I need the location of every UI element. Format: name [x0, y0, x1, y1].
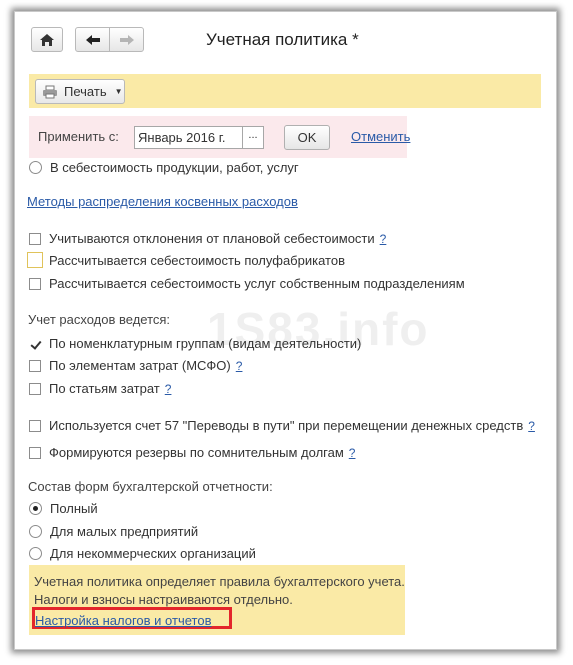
checkbox-label: По элементам затрат (МСФО) — [49, 358, 231, 373]
home-button[interactable] — [31, 27, 63, 52]
checkbox-row-semi-finished[interactable]: Рассчитывается себестоимость полуфабрика… — [27, 252, 345, 268]
radio-small-business[interactable] — [29, 525, 42, 538]
checkbox-reserves[interactable] — [29, 446, 41, 459]
checkbox-label: По номенклатурным группам (видам деятель… — [49, 336, 362, 351]
radio-row-full[interactable]: Полный — [29, 501, 98, 516]
help-link[interactable]: ? — [349, 446, 356, 460]
radio-row-nonprofit[interactable]: Для некоммерческих организаций — [29, 546, 256, 561]
checkbox-row-nomenclature-groups[interactable]: По номенклатурным группам (видам деятель… — [29, 336, 361, 351]
checkbox-label: Рассчитывается себестоимость услуг собст… — [49, 276, 465, 291]
apply-date-value: Январь 2016 г. — [138, 130, 226, 145]
methods-link[interactable]: Методы распределения косвенных расходов — [27, 194, 298, 209]
checkbox-account-57[interactable] — [29, 419, 41, 432]
help-link[interactable]: ? — [380, 232, 387, 246]
arrow-left-icon — [85, 34, 100, 45]
ok-button[interactable]: OK — [284, 125, 330, 150]
arrow-right-icon — [119, 34, 134, 45]
checkbox-row-account-57[interactable]: Используется счет 57 "Переводы в пути" п… — [29, 418, 535, 433]
help-link[interactable]: ? — [165, 382, 172, 396]
print-button[interactable]: Печать ▼ — [35, 79, 125, 104]
back-button[interactable] — [75, 27, 110, 52]
date-picker-button[interactable]: ... — [242, 127, 263, 148]
checkbox-label: Формируются резервы по сомнительным долг… — [49, 445, 344, 460]
chevron-down-icon: ▼ — [114, 87, 123, 96]
checkbox-row-reserves[interactable]: Формируются резервы по сомнительным долг… — [29, 445, 355, 460]
cancel-link[interactable]: Отменить — [351, 129, 410, 144]
apply-date-panel: Применить с: Январь 2016 г. ... OK Отмен… — [29, 116, 410, 158]
apply-from-label: Применить с: — [38, 129, 119, 144]
checkbox-row-cost-elements[interactable]: По элементам затрат (МСФО) ? — [29, 358, 242, 373]
checkbox-label: По статьям затрат — [49, 381, 160, 396]
checkbox-semi-finished[interactable] — [27, 252, 43, 268]
radio-cost-of-production[interactable] — [29, 161, 42, 174]
info-text-line-2: Налоги и взносы настраиваются отдельно. — [34, 592, 293, 607]
page-title: Учетная политика * — [206, 30, 359, 49]
info-text-line-1: Учетная политика определяет правила бухг… — [34, 574, 405, 589]
checkbox-own-services[interactable] — [29, 277, 41, 290]
tax-settings-link[interactable]: Настройка налогов и отчетов — [35, 613, 211, 628]
expenses-section-label: Учет расходов ведется: — [28, 312, 171, 327]
home-icon — [40, 33, 54, 46]
checkbox-cost-elements[interactable] — [29, 359, 41, 372]
checkbox-row-cost-items[interactable]: По статьям затрат ? — [29, 381, 171, 396]
accounting-policy-window: Учетная политика * Печать ▼ Применить с:… — [14, 11, 557, 650]
partial-radio-row[interactable]: В себестоимость продукции, работ, услуг — [29, 160, 299, 175]
radio-label: Для некоммерческих организаций — [50, 546, 256, 561]
radio-label: Полный — [50, 501, 98, 516]
print-label: Печать — [64, 84, 107, 99]
checkbox-row-plan-deviation[interactable]: Учитываются отклонения от плановой себес… — [29, 231, 386, 246]
scroll-clip-area: В себестоимость продукции, работ, услуг — [15, 158, 556, 178]
checkbox-nomenclature-groups[interactable] — [29, 338, 41, 350]
info-panel: Учетная политика определяет правила бухг… — [29, 565, 405, 635]
printer-icon — [43, 85, 57, 98]
partial-radio-label: В себестоимость продукции, работ, услуг — [50, 160, 299, 175]
apply-date-field[interactable]: Январь 2016 г. ... — [134, 126, 264, 149]
checkbox-row-own-services[interactable]: Рассчитывается себестоимость услуг собст… — [29, 276, 465, 291]
checkbox-label: Рассчитывается себестоимость полуфабрика… — [49, 252, 345, 268]
forward-button[interactable] — [109, 27, 144, 52]
checkbox-label: Используется счет 57 "Переводы в пути" п… — [49, 418, 524, 433]
radio-nonprofit[interactable] — [29, 547, 42, 560]
checkbox-label: Учитываются отклонения от плановой себес… — [49, 231, 375, 246]
checkbox-plan-deviation[interactable] — [29, 232, 41, 245]
help-link[interactable]: ? — [528, 419, 535, 433]
forms-section-label: Состав форм бухгалтерской отчетности: — [28, 479, 273, 494]
radio-row-small-business[interactable]: Для малых предприятий — [29, 524, 198, 539]
command-bar: Печать ▼ — [29, 74, 541, 108]
checkbox-cost-items[interactable] — [29, 382, 41, 395]
help-link[interactable]: ? — [236, 359, 243, 373]
radio-label: Для малых предприятий — [50, 524, 199, 539]
radio-full[interactable] — [29, 502, 42, 515]
